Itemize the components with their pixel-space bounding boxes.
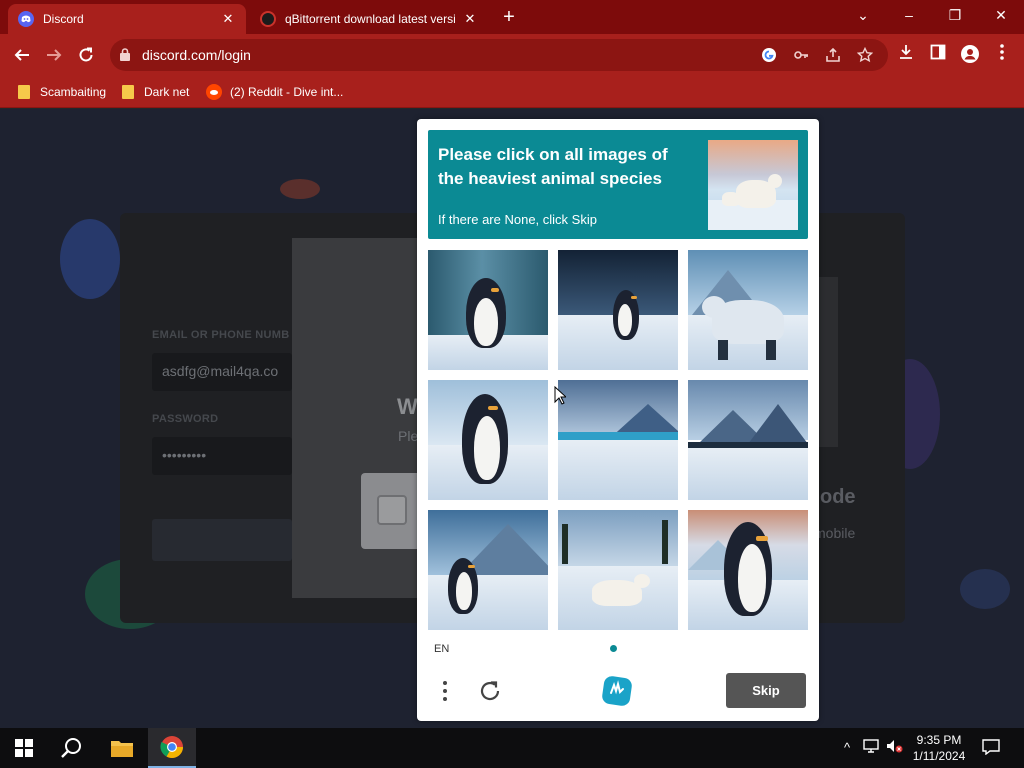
google-icon[interactable]	[760, 47, 778, 65]
password-field[interactable]: •••••••••	[152, 437, 292, 475]
clock-time: 9:35 PM	[916, 733, 962, 747]
hcaptcha-logo-icon	[602, 676, 632, 706]
captcha-prompt: Please click on all images of the heavie…	[428, 130, 808, 239]
bookmarks-bar: Scambaiting Dark net (2) Reddit - Dive i…	[0, 76, 1024, 108]
captcha-tile-8[interactable]	[558, 510, 678, 630]
qbittorrent-icon	[260, 11, 276, 27]
back-button[interactable]	[9, 42, 35, 68]
folder-icon	[122, 85, 134, 99]
bookmark-star-icon[interactable]	[856, 46, 874, 65]
tab-discord[interactable]: Discord ✕	[8, 4, 246, 34]
file-explorer-icon	[111, 741, 133, 757]
page-indicator-dot	[610, 645, 617, 652]
restore-button[interactable]: ❐	[932, 0, 978, 30]
windows-taskbar: ^ 9:35 PM 1/11/2024	[0, 728, 1024, 768]
share-icon[interactable]	[824, 47, 842, 65]
chrome-menu-icon[interactable]	[992, 44, 1012, 64]
example-image	[708, 140, 798, 230]
taskbar-clock[interactable]: 9:35 PM 1/11/2024	[908, 732, 970, 764]
email-label: EMAIL OR PHONE NUMB	[152, 329, 290, 341]
bookmark-label: Scambaiting	[40, 85, 107, 99]
close-tab-icon[interactable]: ✕	[462, 11, 478, 27]
captcha-dialog: Please click on all images of the heavie…	[417, 119, 819, 721]
profile-icon[interactable]	[960, 44, 980, 64]
decoration	[280, 179, 320, 199]
qr-text-fragment: mobile	[814, 525, 856, 541]
reload-button[interactable]	[73, 42, 99, 68]
captcha-hint: If there are None, click Skip	[438, 212, 597, 227]
captcha-tile-4[interactable]	[428, 380, 548, 500]
captcha-tile-5[interactable]	[558, 380, 678, 500]
captcha-tile-6[interactable]	[688, 380, 808, 500]
tab-search-icon[interactable]: ⌄	[840, 0, 886, 30]
tab-label: Discord	[43, 12, 84, 26]
modal-heading: W	[397, 394, 418, 419]
forward-button[interactable]	[41, 42, 67, 68]
bookmark-scambaiting[interactable]: Scambaiting	[18, 82, 106, 102]
captcha-tile-2[interactable]	[558, 250, 678, 370]
captcha-tile-1[interactable]	[428, 250, 548, 370]
bookmark-dark-net[interactable]: Dark net	[122, 82, 189, 102]
language-selector[interactable]: EN	[434, 643, 449, 655]
notifications-icon[interactable]	[982, 739, 1000, 757]
start-icon	[15, 739, 33, 757]
folder-icon	[18, 85, 30, 99]
new-tab-button[interactable]: +	[498, 6, 520, 28]
captcha-tile-7[interactable]	[428, 510, 548, 630]
file-explorer-button[interactable]	[98, 728, 146, 768]
bookmark-label: Dark net	[144, 85, 190, 99]
key-icon[interactable]	[792, 47, 810, 65]
chrome-taskbar-button[interactable]	[148, 728, 196, 768]
refresh-icon[interactable]	[477, 678, 503, 704]
captcha-question: Please click on all images of the heavie…	[438, 145, 668, 188]
bookmark-label: (2) Reddit - Dive int...	[230, 85, 344, 99]
captcha-checkbox[interactable]	[377, 495, 407, 525]
address-bar[interactable]: discord.com/login	[110, 39, 888, 71]
decoration	[960, 569, 1010, 609]
clock-date: 1/11/2024	[912, 749, 966, 763]
show-hidden-icons-icon[interactable]: ^	[838, 739, 856, 757]
decoration	[60, 219, 120, 299]
browser-toolbar: discord.com/login	[0, 34, 1024, 76]
browser-title-bar: Discord ✕ qBittorrent download latest ve…	[0, 0, 1024, 34]
close-window-button[interactable]: ✕	[978, 0, 1024, 30]
captcha-checkbox-widget	[361, 473, 421, 549]
tab-label: qBittorrent download latest versi	[285, 12, 456, 26]
captcha-tile-9[interactable]	[688, 510, 808, 630]
download-icon[interactable]	[896, 44, 916, 64]
volume-muted-icon[interactable]	[886, 739, 904, 757]
network-icon[interactable]	[862, 739, 880, 757]
email-field[interactable]: asdfg@mail4qa.co	[152, 353, 292, 391]
minimize-button[interactable]: –	[886, 0, 932, 30]
more-options-icon[interactable]	[439, 679, 451, 703]
tab-qbittorrent[interactable]: qBittorrent download latest versi ✕	[250, 4, 488, 34]
lock-icon	[120, 48, 130, 61]
qr-heading-fragment: ode	[820, 486, 856, 508]
discord-icon	[18, 11, 34, 27]
bookmark-reddit[interactable]: (2) Reddit - Dive int...	[206, 82, 343, 102]
side-panel-icon[interactable]	[928, 44, 948, 64]
chrome-icon	[160, 736, 183, 758]
close-tab-icon[interactable]: ✕	[220, 11, 236, 27]
password-label: PASSWORD	[152, 413, 219, 425]
login-button[interactable]	[152, 519, 292, 561]
search-icon	[61, 738, 81, 758]
captcha-tile-3[interactable]	[688, 250, 808, 370]
skip-button[interactable]: Skip	[726, 673, 806, 708]
url-text: discord.com/login	[142, 47, 251, 63]
reddit-icon	[206, 84, 222, 100]
mouse-cursor-icon	[554, 386, 566, 405]
taskbar-search-button[interactable]	[48, 728, 96, 768]
modal-text: Ple	[398, 428, 419, 444]
start-button[interactable]	[0, 728, 48, 768]
